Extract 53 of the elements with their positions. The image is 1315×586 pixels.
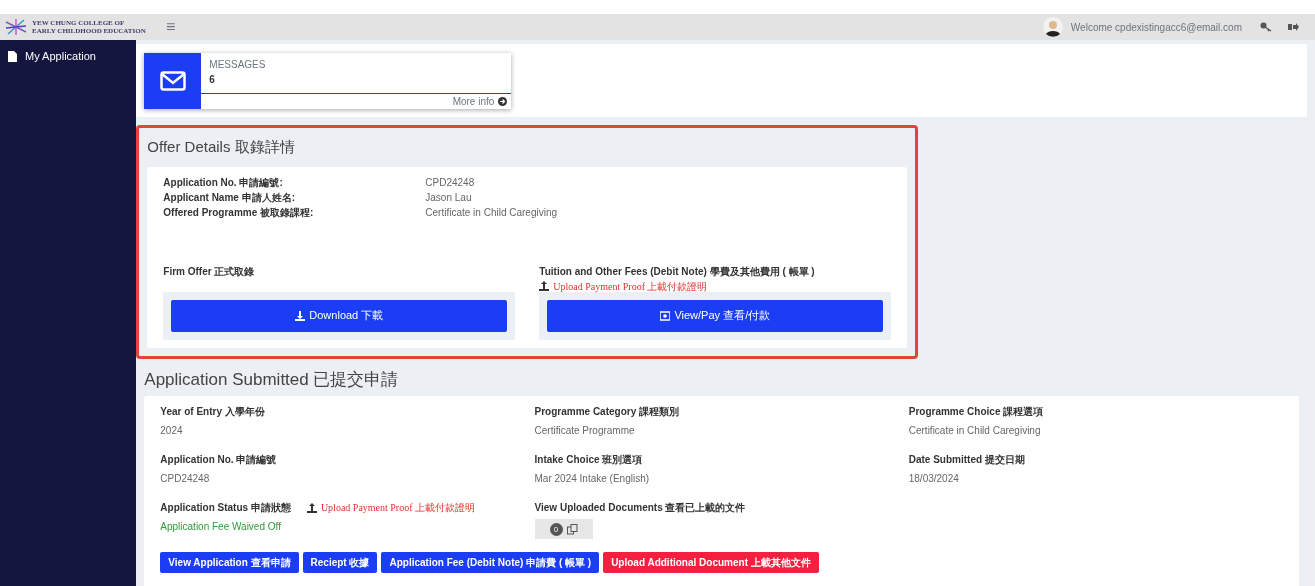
copy-icon — [566, 523, 578, 535]
messages-label: MESSAGES — [209, 57, 267, 72]
upload-icon — [539, 281, 550, 291]
field-value: 18/03/2024 — [908, 472, 960, 486]
field-label: Tuition and Other Fees (Debit Note) 學費及其他費用 ( 帳單 ) — [539, 264, 816, 279]
arrow-circle-icon — [498, 96, 508, 106]
sidebar-item[interactable]: My Application — [8, 48, 129, 65]
field-label: Application Status 申請狀態 — [160, 501, 291, 515]
document-icon — [8, 50, 17, 62]
field-value: 2024 — [160, 424, 184, 438]
field-value: Certificate in Child Caregiving — [425, 205, 558, 220]
action-button[interactable]: View Application 查看申請 — [160, 552, 299, 573]
download-icon — [295, 310, 306, 321]
count-badge: 0 — [549, 522, 563, 536]
documents-button[interactable]: 0 — [534, 519, 593, 539]
field-label: Year of Entry 入學年份 — [160, 405, 265, 419]
action-button[interactable]: Upload Additional Document 上載其他文件 — [603, 552, 819, 573]
more-info-link[interactable]: More info — [452, 93, 512, 109]
messages-count: 6 — [209, 72, 216, 87]
menu-toggle[interactable]: ≡ — [166, 15, 176, 39]
field-label: View Uploaded Documents 查看已上載的文件 — [534, 501, 746, 515]
field-value: Certificate Programme — [534, 424, 636, 438]
upload-payment-link[interactable]: Upload Payment Proof 上載付款證明 — [306, 500, 476, 515]
action-button[interactable]: View/Pay 查看/付款 — [547, 299, 884, 332]
field-value: CPD24248 — [160, 472, 211, 486]
field-label: Intake Choice 班別選項 — [534, 453, 643, 467]
logo-icon — [4, 18, 28, 36]
field-label: Applicant Name 申請人姓名: — [163, 190, 296, 205]
key-icon[interactable] — [1260, 22, 1272, 32]
section-title: Offer Details 取錄詳情 — [146, 137, 296, 157]
action-button[interactable]: Reciept 收據 — [302, 552, 378, 573]
field-value: Certificate in Child Caregiving — [908, 424, 1042, 438]
field-label: Application No. 申請編號: — [163, 175, 284, 190]
upload-icon — [306, 502, 317, 513]
action-button[interactable]: Application Fee (Debit Note) 申請費 ( 帳單 ) — [381, 552, 600, 573]
field-value: Jason Lau — [425, 190, 472, 205]
action-button[interactable]: Download 下載 — [171, 299, 508, 332]
field-value: CPD24248 — [425, 175, 475, 190]
field-label: Programme Category 課程類別 — [534, 405, 679, 419]
field-value: Mar 2024 Intake (English) — [534, 472, 651, 486]
field-label: Application No. 申請編號 — [160, 453, 277, 467]
field-label: Offered Programme 被取錄課程: — [163, 205, 315, 220]
welcome-text: Welcome cpdexistingacc6@email.com — [1070, 20, 1242, 35]
upload-payment-link[interactable]: Upload Payment Proof 上載付款證明 — [539, 278, 708, 294]
field-label: Programme Choice 課程選項 — [908, 405, 1044, 419]
field-label: Date Submitted 提交日期 — [908, 453, 1025, 467]
banknote-icon — [660, 310, 671, 321]
status-text: Application Fee Waived Off — [160, 520, 282, 534]
section-title: Application Submitted 已提交申請 — [143, 368, 400, 391]
logout-icon[interactable] — [1288, 22, 1299, 32]
field-label: Firm Offer 正式取錄 — [163, 264, 256, 279]
avatar-icon — [1042, 17, 1063, 37]
envelope-icon — [159, 70, 186, 91]
